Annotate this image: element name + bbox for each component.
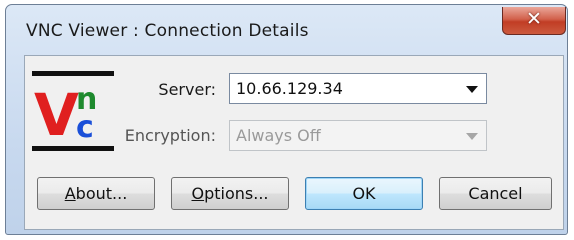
dropdown-arrow-icon[interactable] [466, 86, 478, 93]
encryption-label: Encryption: [124, 126, 216, 145]
options-button[interactable]: Options... [171, 177, 289, 210]
cancel-button[interactable]: Cancel [439, 177, 552, 210]
options-label: ptions... [204, 184, 269, 203]
encryption-value: Always Off [236, 126, 321, 145]
ok-button[interactable]: OK [305, 177, 423, 210]
about-accelerator: A [64, 184, 76, 203]
logo-letter-v: V [34, 81, 79, 149]
server-combobox[interactable]: 10.66.129.34 [229, 73, 487, 104]
options-accelerator: O [191, 184, 205, 203]
close-icon: ✕ [526, 8, 542, 30]
logo-letter-c: c [76, 110, 94, 145]
about-button[interactable]: About... [37, 177, 155, 210]
dropdown-arrow-icon [466, 133, 478, 140]
server-label: Server: [158, 80, 216, 99]
encryption-combobox: Always Off [229, 120, 487, 151]
server-input[interactable]: 10.66.129.34 [236, 79, 343, 98]
window-title: VNC Viewer : Connection Details [26, 21, 309, 41]
about-label: bout... [75, 184, 128, 203]
close-button[interactable]: ✕ [502, 7, 566, 35]
logo-top-bar [32, 71, 114, 76]
